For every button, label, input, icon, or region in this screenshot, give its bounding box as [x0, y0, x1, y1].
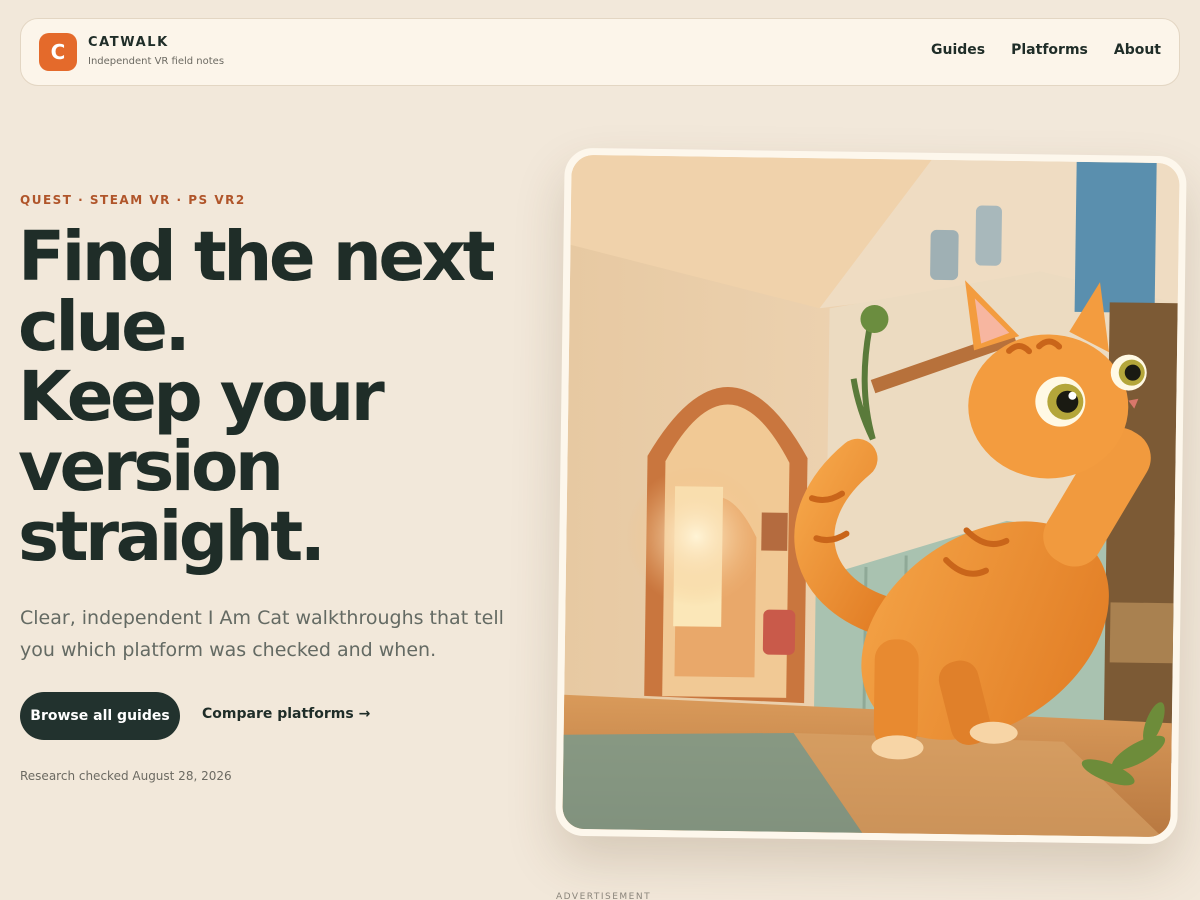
hero-headline: Find the next clue. Keep your version st… [18, 222, 518, 572]
main-nav: Guides Platforms About [931, 42, 1161, 58]
headline-line: Find the next [18, 217, 496, 297]
nav-platforms[interactable]: Platforms [1011, 42, 1088, 58]
brand-tagline: Independent VR field notes [88, 56, 225, 67]
nav-guides[interactable]: Guides [931, 42, 985, 58]
hero-image-card [555, 147, 1187, 845]
advertisement-label: ADVERTISEMENT [556, 892, 652, 900]
platform-eyebrow: QUEST · STEAM VR · PS VR2 [20, 193, 246, 207]
headline-line: straight. [18, 497, 326, 577]
cat-illustration [562, 154, 1180, 838]
hero-subtext: Clear, independent I Am Cat walkthroughs… [20, 607, 504, 661]
logo-icon[interactable]: C [39, 33, 77, 71]
headline-line: Keep your [18, 357, 385, 437]
research-date: Research checked August 28, 2026 [20, 769, 232, 783]
headline-line: clue. [18, 287, 191, 367]
compare-platforms-link[interactable]: Compare platforms → [202, 706, 370, 722]
browse-guides-button[interactable]: Browse all guides [20, 692, 180, 740]
site-header: C CATWALK Independent VR field notes Gui… [20, 18, 1180, 86]
brand-name[interactable]: CATWALK [88, 35, 169, 50]
nav-about[interactable]: About [1114, 42, 1161, 58]
headline-line: version [18, 427, 284, 507]
